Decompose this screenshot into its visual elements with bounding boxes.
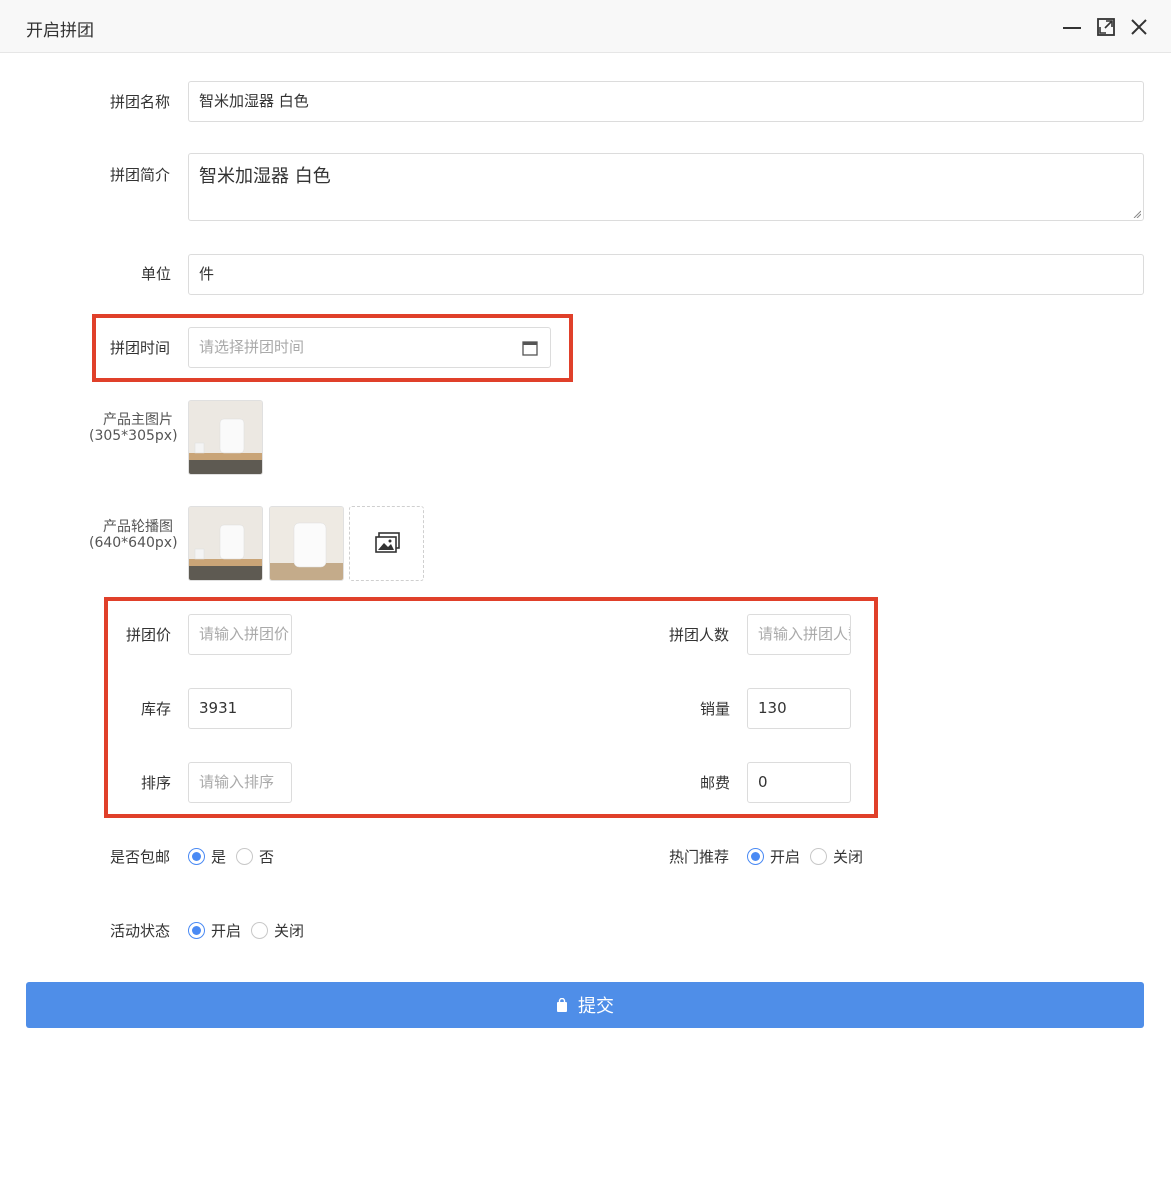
- intro-label: 拼团简介: [110, 166, 171, 184]
- radio-unchecked-icon: [810, 847, 828, 865]
- radio-unchecked-icon: [251, 921, 269, 939]
- shopping-bag-icon: [557, 998, 567, 1012]
- hot-label: 热门推荐: [669, 848, 730, 866]
- time-label: 拼团时间: [110, 339, 171, 357]
- maximize-icon[interactable]: [1095, 16, 1117, 38]
- unit-input[interactable]: 件: [188, 254, 1144, 295]
- sales-input[interactable]: 130: [747, 688, 851, 729]
- main-image-label-title: 产品主图片: [103, 412, 173, 428]
- stock-label: 库存: [141, 700, 172, 718]
- price-input[interactable]: 请输入拼团价: [188, 614, 292, 655]
- status-off-radio[interactable]: 关闭: [251, 920, 304, 941]
- main-image-label-size: (305*305px): [89, 428, 178, 444]
- free-shipping-yes-label: 是: [211, 847, 227, 866]
- minimize-icon[interactable]: [1061, 16, 1083, 38]
- status-label: 活动状态: [110, 922, 171, 940]
- radio-checked-icon: [188, 847, 205, 865]
- intro-textarea[interactable]: 智米加湿器 白色: [188, 153, 1144, 221]
- postage-input[interactable]: 0: [747, 762, 851, 803]
- name-label: 拼团名称: [110, 93, 171, 111]
- submit-button[interactable]: 提交: [26, 982, 1144, 1028]
- main-image-label: 产品主图片 (305*305px): [89, 412, 178, 444]
- status-on-radio[interactable]: 开启: [188, 920, 241, 941]
- price-label: 拼团价: [126, 626, 172, 644]
- intro-text: 智米加湿器 白色: [199, 166, 331, 187]
- carousel-label-title: 产品轮播图: [103, 519, 173, 535]
- sort-input[interactable]: 请输入排序: [188, 762, 292, 803]
- stock-input[interactable]: 3931: [188, 688, 292, 729]
- radio-unchecked-icon: [236, 847, 254, 865]
- free-shipping-label: 是否包邮: [110, 848, 171, 866]
- unit-label: 单位: [141, 265, 172, 283]
- sort-label: 排序: [141, 774, 172, 792]
- name-input[interactable]: 智米加湿器 白色: [188, 81, 1144, 122]
- time-placeholder: 请选择拼团时间: [199, 338, 305, 356]
- window-titlebar: 开启拼团: [0, 0, 1171, 53]
- status-on-label: 开启: [211, 921, 242, 940]
- free-shipping-radio-group: 是 否: [188, 845, 284, 867]
- resize-grip-icon[interactable]: [1133, 210, 1141, 218]
- time-picker[interactable]: 请选择拼团时间: [188, 327, 551, 368]
- hot-on-radio[interactable]: 开启: [747, 846, 800, 867]
- postage-label: 邮费: [700, 774, 731, 792]
- radio-checked-icon: [188, 921, 205, 939]
- free-shipping-no-radio[interactable]: 否: [236, 846, 274, 867]
- radio-checked-icon: [747, 847, 764, 865]
- carousel-label: 产品轮播图 (640*640px): [89, 519, 178, 551]
- image-upload-button[interactable]: [349, 506, 424, 581]
- free-shipping-yes-radio[interactable]: 是: [188, 846, 226, 867]
- image-upload-icon: [375, 532, 400, 553]
- window-title: 开启拼团: [26, 21, 94, 41]
- status-radio-group: 开启 关闭: [188, 919, 314, 941]
- carousel-label-size: (640*640px): [89, 535, 178, 551]
- hot-off-radio[interactable]: 关闭: [810, 846, 863, 867]
- hot-on-label: 开启: [770, 847, 801, 866]
- submit-label: 提交: [578, 996, 614, 1017]
- people-label: 拼团人数: [669, 626, 730, 644]
- hot-off-label: 关闭: [833, 847, 864, 866]
- hot-radio-group: 开启 关闭: [747, 845, 873, 867]
- sales-label: 销量: [700, 700, 731, 718]
- status-off-label: 关闭: [274, 921, 305, 940]
- carousel-image-2[interactable]: [269, 506, 344, 581]
- main-image-thumbnail[interactable]: [188, 400, 263, 475]
- people-input[interactable]: 请输入拼团人数: [747, 614, 851, 655]
- close-icon[interactable]: [1128, 16, 1150, 38]
- free-shipping-no-label: 否: [259, 847, 275, 866]
- carousel-image-1[interactable]: [188, 506, 263, 581]
- calendar-icon: [522, 341, 538, 356]
